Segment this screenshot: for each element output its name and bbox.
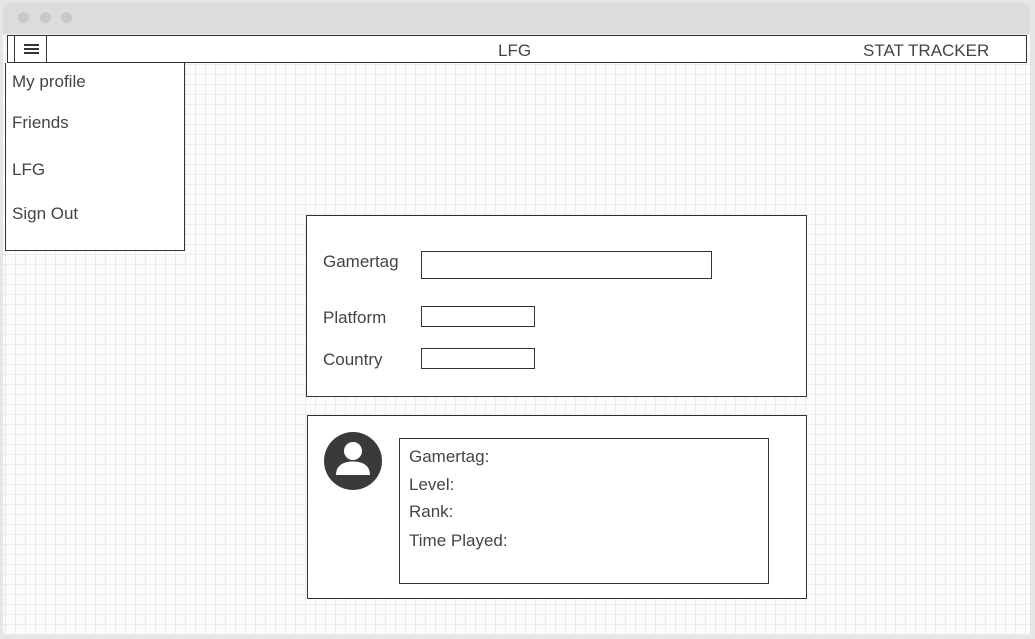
menu-line [24,44,39,46]
browser-window: LFG STAT TRACKER My profile Friends LFG … [3,3,1030,635]
side-menu-item-friends[interactable]: Friends [12,113,69,133]
side-menu: My profile Friends LFG Sign Out [5,63,185,251]
country-input[interactable] [421,348,535,369]
player-time-played-label: Time Played: [409,531,508,550]
player-level-label: Level: [409,475,455,494]
search-form-panel: Gamertag Platform Country [306,215,807,397]
top-navbar: LFG STAT TRACKER [7,35,1027,63]
hamburger-menu-icon[interactable] [14,36,47,62]
window-titlebar [3,3,1030,34]
window-minimize-dot[interactable] [40,12,51,23]
menu-line [24,52,39,54]
country-label: Country [323,350,383,369]
player-rank-label: Rank: [409,502,454,521]
gamertag-label: Gamertag [323,252,399,271]
player-gamertag-label: Gamertag: [409,447,490,466]
player-card-panel: Gamertag: Level: Rank: Time Played: [307,415,807,599]
user-avatar-icon [324,432,382,490]
window-close-dot[interactable] [18,12,29,23]
side-menu-item-sign-out[interactable]: Sign Out [12,204,78,224]
menu-line [24,48,39,50]
player-info-box: Gamertag: Level: Rank: Time Played: [399,438,769,584]
gamertag-input[interactable] [421,251,712,279]
nav-stat-tracker-link[interactable]: STAT TRACKER [863,41,989,61]
platform-label: Platform [323,308,387,327]
window-maximize-dot[interactable] [61,12,72,23]
side-menu-item-my-profile[interactable]: My profile [12,72,86,92]
platform-input[interactable] [421,306,535,327]
side-menu-item-lfg[interactable]: LFG [12,160,45,180]
nav-lfg-title[interactable]: LFG [498,41,531,61]
